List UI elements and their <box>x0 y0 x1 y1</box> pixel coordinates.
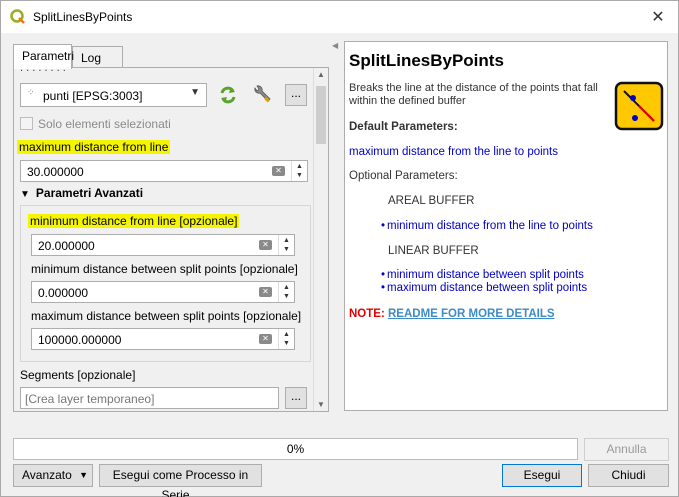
segments-label: Segments [opzionale] <box>20 368 136 382</box>
chevron-down-icon: ▼ <box>190 87 200 98</box>
max-distance-spinbox[interactable]: 30.000000 ✕ ▲ ▼ <box>20 160 308 182</box>
linear-buffer-heading: LINEAR BUFFER <box>388 245 479 257</box>
clear-icon[interactable]: ✕ <box>272 166 285 176</box>
title-bar: SplitLinesByPoints ✕ <box>1 1 678 33</box>
min-split-label: minimum distance between split points [o… <box>31 262 298 276</box>
advanced-group-header[interactable]: ▼ Parametri Avanzati <box>20 186 143 200</box>
min-split-value: 0.000000 <box>38 286 89 300</box>
segments-placeholder: [Crea layer temporaneo] <box>25 392 155 406</box>
linear-item-min: minimum distance between split points <box>381 269 584 281</box>
spin-arrows-icon[interactable]: ▲ ▼ <box>278 282 294 302</box>
optional-params-heading: Optional Parameters: <box>349 170 458 182</box>
selected-only-checkbox[interactable] <box>20 117 33 130</box>
advanced-group-label: Parametri Avanzati <box>35 186 144 200</box>
note-line: NOTE: README FOR MORE DETAILS <box>349 308 555 320</box>
spin-arrows-icon[interactable]: ▲ ▼ <box>278 329 294 349</box>
clear-icon[interactable]: ✕ <box>259 334 272 344</box>
wrench-icon[interactable] <box>250 83 274 107</box>
progress-bar: 0% <box>13 438 578 460</box>
chevron-down-icon: ▼ <box>79 470 88 480</box>
close-icon[interactable]: ✕ <box>648 7 668 27</box>
tab-log[interactable]: Log <box>72 46 123 68</box>
note-label: NOTE: <box>349 308 385 320</box>
help-description: Breaks the line at the distance of the p… <box>349 82 598 107</box>
scrollbar-thumb[interactable] <box>316 86 326 144</box>
min-distance-value: 20.000000 <box>38 239 95 253</box>
qgis-logo-icon <box>10 9 25 24</box>
dialog-window: SplitLinesByPoints ✕ Parametri Log . . .… <box>0 0 679 497</box>
max-split-label: maximum distance between split points [o… <box>31 309 302 323</box>
layer-combo[interactable]: ⁘ punti [EPSG:3003] ▼ <box>20 83 207 107</box>
batch-process-button[interactable]: Esegui come Processo in Serie... <box>99 464 262 497</box>
tab-parametri[interactable]: Parametri <box>13 44 74 69</box>
close-button[interactable]: Chiudi <box>588 464 669 487</box>
clear-icon[interactable]: ✕ <box>259 240 272 250</box>
scroll-up-icon[interactable]: ▲ <box>317 70 325 79</box>
min-split-spinbox[interactable]: 0.000000 ✕ ▲ ▼ <box>31 281 295 303</box>
help-title: SplitLinesByPoints <box>349 51 504 70</box>
iterate-icon[interactable] <box>216 83 240 107</box>
spin-arrows-icon[interactable]: ▲ ▼ <box>278 235 294 255</box>
help-panel: SplitLinesByPoints Breaks the line at th… <box>344 41 668 411</box>
clear-icon[interactable]: ✕ <box>259 287 272 297</box>
segments-output-field[interactable]: [Crea layer temporaneo] <box>20 387 279 409</box>
layer-options-button[interactable]: ... <box>285 84 307 106</box>
areal-item: minimum distance from the line to points <box>381 220 593 232</box>
advanced-button[interactable]: Avanzato ▼ <box>13 464 93 487</box>
readme-link[interactable]: README FOR MORE DETAILS <box>388 308 555 320</box>
collapse-triangle-icon: ▼ <box>20 189 30 200</box>
collapse-help-icon[interactable]: ◀ <box>332 41 338 55</box>
default-param-text: maximum distance from the line to points <box>349 146 559 158</box>
selected-only-label: Solo elementi selezionati <box>38 117 171 131</box>
default-params-heading: Default Parameters: <box>349 121 458 133</box>
algorithm-logo-icon <box>614 81 664 131</box>
linear-item-max: maximum distance between split points <box>381 282 587 294</box>
areal-buffer-heading: AREAL BUFFER <box>388 195 475 207</box>
max-distance-label: maximum distance from line <box>17 140 171 154</box>
max-split-value: 100000.000000 <box>38 333 122 347</box>
segments-options-button[interactable]: ... <box>285 387 307 409</box>
layer-combo-value: punti [EPSG:3003] <box>43 89 143 103</box>
panel-scrollbar[interactable]: ▲ ▼ <box>313 68 328 411</box>
progress-percent: 0% <box>286 442 305 456</box>
max-split-spinbox[interactable]: 100000.000000 ✕ ▲ ▼ <box>31 328 295 350</box>
run-button[interactable]: Esegui <box>502 464 582 487</box>
parameters-panel: . . . . . . . . ⁘ punti [EPSG:3003] ▼ ..… <box>13 67 329 412</box>
min-distance-spinbox[interactable]: 20.000000 ✕ ▲ ▼ <box>31 234 295 256</box>
window-title: SplitLinesByPoints <box>33 10 133 24</box>
scroll-down-icon[interactable]: ▼ <box>317 400 325 409</box>
cancel-button[interactable]: Annulla <box>584 438 669 461</box>
max-distance-value: 30.000000 <box>27 165 84 179</box>
parameters-scroll-area: . . . . . . . . ⁘ punti [EPSG:3003] ▼ ..… <box>14 68 313 411</box>
advanced-button-label: Avanzato <box>22 468 72 482</box>
min-distance-label: minimum distance from line [opzionale] <box>28 214 240 228</box>
point-layer-icon: ⁘ <box>27 87 35 97</box>
spin-arrows-icon[interactable]: ▲ ▼ <box>291 161 307 181</box>
